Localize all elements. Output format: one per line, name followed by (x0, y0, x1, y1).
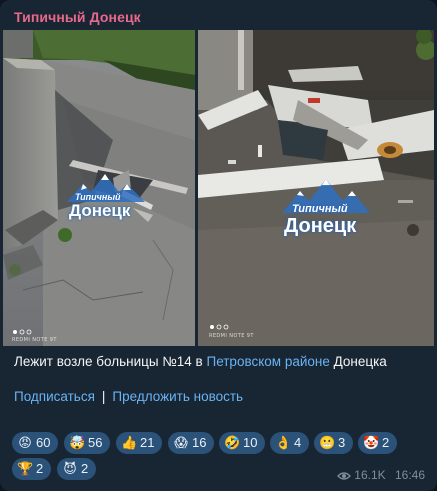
link-separator: | (101, 389, 106, 404)
message-time: 16:46 (394, 468, 425, 482)
suggest-news-link[interactable]: Предложить новость (112, 389, 243, 404)
photo-left-image (3, 30, 195, 346)
subscribe-link[interactable]: Подписаться (14, 389, 95, 404)
reaction-count: 2 (36, 461, 44, 476)
caption-text-after: Донецка (329, 354, 387, 369)
reaction-grimacing-face[interactable]: 😬 3 (314, 432, 354, 454)
photo-album: Типичный Донецк REDMI NOTE 9T Типичный Д… (3, 30, 434, 346)
channel-name[interactable]: Типичный Донецк (14, 9, 141, 25)
reaction-smiling-imp[interactable]: 😈 2 (57, 458, 97, 480)
thumbs-up-icon: 👍 (121, 435, 138, 450)
message-links: Подписаться | Предложить новость (14, 389, 243, 404)
page-indicator-dots (13, 329, 32, 335)
pouting-face-icon: 😡 (18, 435, 32, 450)
exploding-head-icon: 🤯 (69, 435, 86, 450)
reaction-pouting-face[interactable]: 😡 60 (12, 432, 59, 454)
message-meta: 16.1K 16:46 (337, 468, 425, 482)
clown-face-icon: 🤡 (363, 435, 380, 450)
reaction-count: 2 (382, 435, 390, 450)
reaction-clown-face[interactable]: 🤡 2 (358, 432, 398, 454)
reaction-rofl-face[interactable]: 🤣 10 (219, 432, 266, 454)
rofl-face-icon: 🤣 (224, 435, 241, 450)
ok-hand-icon: 👌 (275, 435, 292, 450)
caption-link[interactable]: Петровском районе (206, 354, 329, 369)
views-count: 16.1K (354, 468, 386, 482)
reaction-count: 3 (338, 435, 346, 450)
message-bubble: Типичный Донецк Типичный Донецк REDMI NO… (0, 0, 437, 491)
reaction-ok-hand[interactable]: 👌 4 (270, 432, 310, 454)
reaction-count: 60 (36, 435, 51, 450)
reaction-count: 4 (294, 435, 302, 450)
reaction-count: 56 (88, 435, 103, 450)
smiling-imp-icon: 😈 (63, 461, 77, 476)
camera-label: REDMI NOTE 9T (12, 337, 57, 343)
photo-right-image (198, 30, 434, 346)
reaction-count: 21 (140, 435, 155, 450)
photo-left[interactable]: Типичный Донецк REDMI NOTE 9T (3, 30, 195, 346)
camera-label: REDMI NOTE 9T (209, 333, 254, 339)
reaction-exploding-head[interactable]: 🤯 56 (64, 432, 111, 454)
grimacing-face-icon: 😬 (319, 435, 336, 450)
reaction-count: 16 (192, 435, 207, 450)
reaction-trophy[interactable]: 🏆 2 (12, 458, 52, 480)
page-indicator-dots (210, 324, 229, 330)
photo-right[interactable]: Типичный Донецк REDMI NOTE 9T (198, 30, 434, 346)
reaction-count: 2 (81, 461, 89, 476)
reaction-thumbs-up[interactable]: 👍 21 (116, 432, 163, 454)
screaming-face-icon: 😱 (174, 435, 188, 450)
reaction-screaming-face[interactable]: 😱 16 (168, 432, 215, 454)
views-eye-icon (337, 472, 352, 480)
caption-text-before: Лежит возле больницы №14 в (14, 354, 207, 369)
message-caption: Лежит возле больницы №14 в Петровском ра… (14, 353, 424, 371)
reaction-count: 10 (243, 435, 258, 450)
trophy-icon: 🏆 (17, 461, 34, 476)
